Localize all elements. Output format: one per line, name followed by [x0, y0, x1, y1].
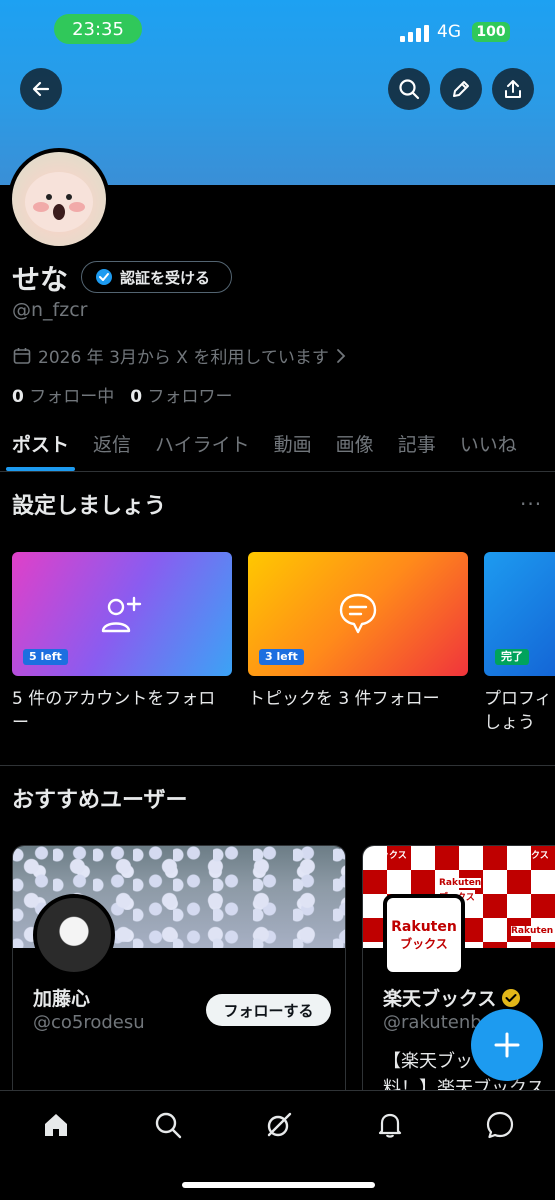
- home-indicator: [182, 1182, 375, 1188]
- joined-date[interactable]: 2026 年 3月から X を利用しています: [12, 343, 347, 368]
- status-time: 23:35: [54, 14, 142, 44]
- search-button[interactable]: [388, 68, 430, 110]
- followers-link[interactable]: 0 フォロワー: [130, 382, 232, 407]
- verified-badge-icon: [96, 269, 112, 285]
- setup-card-caption: トピックを 3 件フォロー: [248, 689, 440, 709]
- section-divider: [0, 765, 555, 766]
- more-options-icon[interactable]: ···: [520, 492, 542, 516]
- nav-notifications[interactable]: [374, 1109, 406, 1141]
- share-button[interactable]: [492, 68, 534, 110]
- user-name: 加藤心: [33, 988, 91, 1010]
- battery-icon: 100: [472, 22, 510, 42]
- rakuten-logo[interactable]: Rakuten ブックス: [383, 894, 465, 976]
- recommended-section-title: おすすめユーザー: [12, 788, 188, 813]
- user-handle: @co5rodesu: [33, 1012, 145, 1033]
- nav-grok[interactable]: [263, 1109, 295, 1141]
- add-user-icon: [101, 596, 142, 633]
- tab-likes[interactable]: いいね: [448, 422, 529, 471]
- nav-messages[interactable]: [484, 1109, 516, 1141]
- tab-videos[interactable]: 動画: [262, 422, 324, 471]
- setup-card-badge: 3 left: [259, 649, 304, 665]
- plus-icon: [494, 1032, 520, 1058]
- avatar-face-icon: [25, 172, 93, 232]
- messages-icon: [486, 1111, 514, 1139]
- gold-verified-icon: [502, 988, 521, 1007]
- calendar-icon: [13, 347, 31, 364]
- setup-card-caption: 5 件のアカウントをフォロ ー: [12, 689, 216, 733]
- following-link[interactable]: 0 フォロー中: [12, 382, 114, 407]
- network-type: 4G: [437, 22, 461, 42]
- get-verified-label: 認証を受ける: [120, 268, 211, 287]
- nav-home[interactable]: [40, 1109, 72, 1141]
- edit-button[interactable]: [440, 68, 482, 110]
- user-avatar[interactable]: [33, 894, 115, 976]
- tab-posts[interactable]: ポスト: [0, 422, 81, 471]
- tab-highlights[interactable]: ハイライト: [143, 422, 262, 471]
- display-name: せな: [12, 263, 69, 296]
- topic-icon: [339, 593, 377, 634]
- pencil-icon: [453, 81, 469, 97]
- back-arrow-icon: [32, 81, 50, 97]
- tab-articles[interactable]: 記事: [386, 422, 448, 471]
- profile-avatar[interactable]: [8, 148, 110, 250]
- share-icon: [505, 80, 521, 98]
- setup-section-title: 設定しましょう: [12, 494, 167, 519]
- setup-card-follow-accounts[interactable]: 5 left: [12, 552, 232, 676]
- status-bar: 23:35 4G 100: [0, 0, 555, 56]
- bell-icon: [378, 1113, 402, 1138]
- setup-card-caption: プロフィ しょう: [484, 689, 552, 733]
- home-icon: [45, 1114, 67, 1136]
- compose-post-button[interactable]: [471, 1009, 543, 1081]
- user-handle: @rakutenb: [383, 1012, 482, 1033]
- signal-icon: [400, 25, 429, 42]
- joined-text: 2026 年 3月から X を利用しています: [38, 348, 329, 368]
- follow-button[interactable]: フォローする: [206, 994, 331, 1026]
- tab-photos[interactable]: 画像: [324, 422, 386, 471]
- search-icon: [155, 1112, 182, 1139]
- search-icon: [399, 79, 420, 100]
- nav-search[interactable]: [152, 1109, 184, 1141]
- profile-handle: @n_fzcr: [12, 299, 88, 321]
- back-button[interactable]: [20, 68, 62, 110]
- recommended-user-card[interactable]: 加藤心 @co5rodesu フォローする: [12, 845, 346, 1105]
- profile-tabs: ポスト 返信 ハイライト 動画 画像 記事 いいね: [0, 422, 555, 472]
- setup-card-follow-topics[interactable]: 3 left: [248, 552, 468, 676]
- setup-card-badge: 完了: [495, 649, 529, 665]
- follow-stats: 0 フォロー中 0 フォロワー: [12, 382, 233, 407]
- chevron-right-icon: [336, 348, 346, 363]
- setup-card-badge: 5 left: [23, 649, 68, 665]
- grok-icon: [267, 1112, 292, 1137]
- user-name: 楽天ブックス: [383, 984, 521, 1011]
- setup-card-profile[interactable]: 完了: [484, 552, 555, 676]
- tab-replies[interactable]: 返信: [81, 422, 143, 471]
- get-verified-button[interactable]: 認証を受ける: [81, 261, 232, 293]
